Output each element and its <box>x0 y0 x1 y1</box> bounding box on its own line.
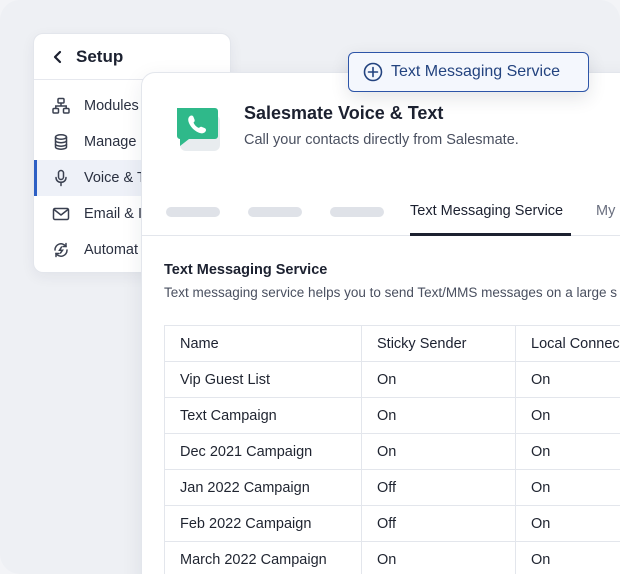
table-header-row: Name Sticky Sender Local Connec <box>164 325 620 362</box>
cell-name: Feb 2022 Campaign <box>164 505 362 542</box>
cell-name: Dec 2021 Campaign <box>164 433 362 470</box>
cell-sticky-sender: Off <box>361 469 516 506</box>
sidebar-item-label: Manage <box>84 134 137 150</box>
salesmate-phone-logo-icon <box>174 105 224 155</box>
automation-icon <box>52 241 70 259</box>
database-icon <box>52 133 70 151</box>
add-text-messaging-service-button[interactable]: Text Messaging Service <box>348 52 589 92</box>
sidebar-item-label: Email & I <box>84 206 143 222</box>
table-row[interactable]: Text Campaign On On <box>164 397 620 434</box>
cell-name: Jan 2022 Campaign <box>164 469 362 506</box>
tab-bar: Text Messaging Service My <box>142 193 620 236</box>
cell-name: Text Campaign <box>164 397 362 434</box>
cell-sticky-sender: On <box>361 541 516 574</box>
app-subtitle: Call your contacts directly from Salesma… <box>244 132 519 148</box>
tab-placeholder[interactable] <box>248 207 302 217</box>
sidebar-item-label: Automat <box>84 242 138 258</box>
microphone-icon <box>52 169 70 187</box>
plus-circle-icon <box>363 62 383 82</box>
modules-icon <box>52 97 70 115</box>
cell-local-connect: On <box>515 469 620 506</box>
cell-local-connect: On <box>515 397 620 434</box>
cell-sticky-sender: Off <box>361 505 516 542</box>
column-header-sticky-sender[interactable]: Sticky Sender <box>361 325 516 362</box>
back-arrow-icon[interactable] <box>52 50 64 64</box>
campaign-table: Name Sticky Sender Local Connec Vip Gues… <box>164 325 620 574</box>
cell-local-connect: On <box>515 361 620 398</box>
table-row[interactable]: Dec 2021 Campaign On On <box>164 433 620 470</box>
cell-local-connect: On <box>515 433 620 470</box>
tab-my[interactable]: My <box>596 193 615 236</box>
tab-placeholder[interactable] <box>330 207 384 217</box>
table-row[interactable]: March 2022 Campaign On On <box>164 541 620 574</box>
mail-icon <box>52 205 70 223</box>
section-description: Text messaging service helps you to send… <box>164 285 617 300</box>
tab-text-messaging-service[interactable]: Text Messaging Service <box>410 193 571 236</box>
section-title: Text Messaging Service <box>164 262 328 278</box>
column-header-local-connect[interactable]: Local Connec <box>515 325 620 362</box>
cell-local-connect: On <box>515 541 620 574</box>
button-label: Text Messaging Service <box>391 63 560 80</box>
table-row[interactable]: Feb 2022 Campaign Off On <box>164 505 620 542</box>
cell-local-connect: On <box>515 505 620 542</box>
table-row[interactable]: Jan 2022 Campaign Off On <box>164 469 620 506</box>
cell-name: Vip Guest List <box>164 361 362 398</box>
setup-title: Setup <box>76 46 124 66</box>
cell-sticky-sender: On <box>361 361 516 398</box>
cell-name: March 2022 Campaign <box>164 541 362 574</box>
column-header-name[interactable]: Name <box>164 325 362 362</box>
cell-sticky-sender: On <box>361 433 516 470</box>
sidebar-item-label: Voice & T <box>84 170 146 186</box>
sidebar-item-label: Modules <box>84 98 139 114</box>
voice-text-panel: Salesmate Voice & Text Call your contact… <box>141 72 620 574</box>
cell-sticky-sender: On <box>361 397 516 434</box>
tab-placeholder[interactable] <box>166 207 220 217</box>
table-row[interactable]: Vip Guest List On On <box>164 361 620 398</box>
app-title: Salesmate Voice & Text <box>244 103 444 123</box>
